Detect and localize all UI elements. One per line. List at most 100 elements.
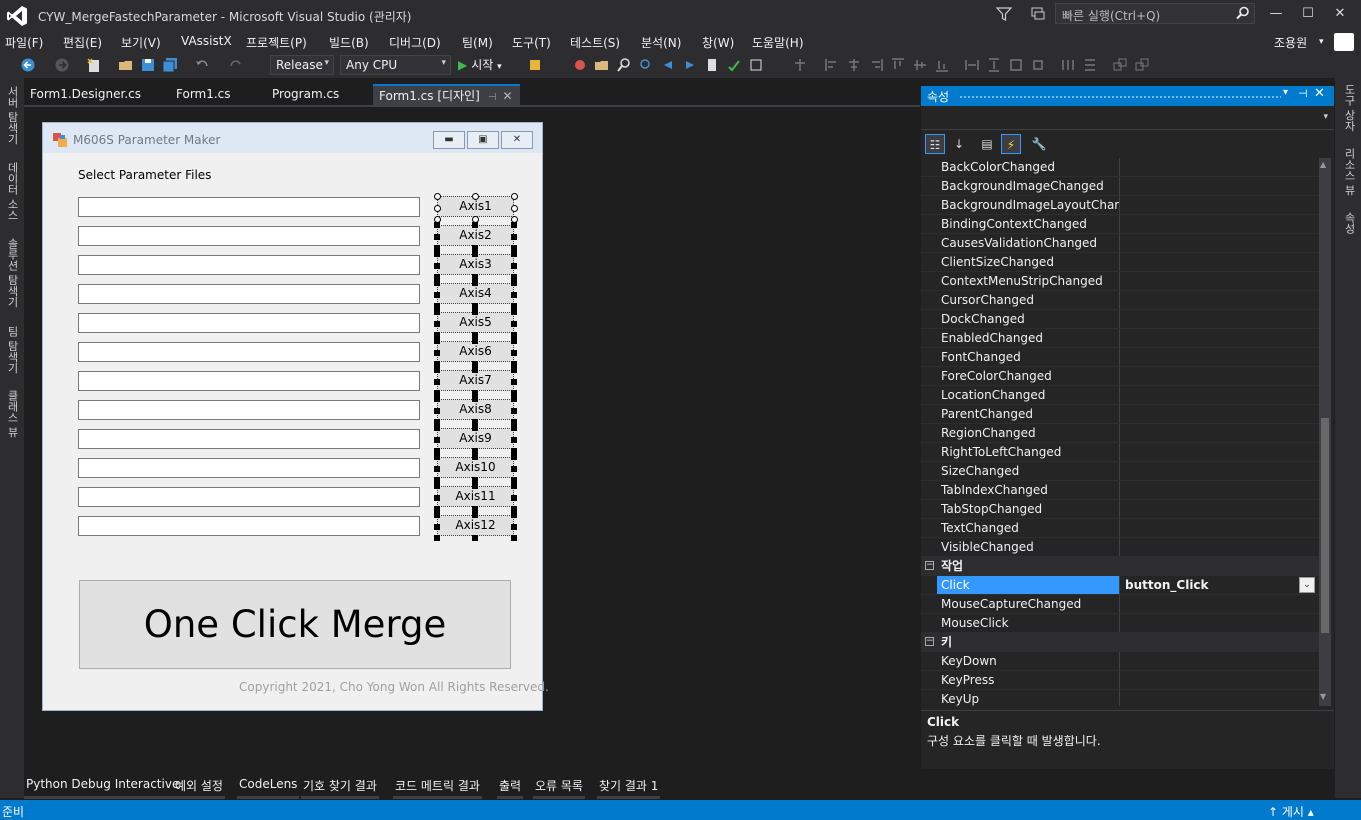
selection-handle[interactable]: [511, 193, 518, 200]
property-row[interactable]: LocationChanged: [921, 386, 1319, 405]
selection-handle[interactable]: [434, 205, 441, 212]
event-handler-value[interactable]: [1121, 652, 1319, 670]
selection-handle[interactable]: [434, 263, 440, 269]
start-debug-button[interactable]: ▶ 시작 ▾: [458, 56, 502, 73]
scroll-thumb[interactable]: [1321, 418, 1329, 633]
tab-data-sources[interactable]: 데이터 소스: [4, 162, 20, 221]
property-category[interactable]: − 작업: [921, 557, 1319, 576]
tab-team-explorer[interactable]: 팀 탐색기: [4, 326, 20, 374]
menu-debug[interactable]: 디버그(D): [389, 34, 441, 51]
selection-handle[interactable]: [511, 437, 517, 443]
spell-check-icon[interactable]: [726, 57, 742, 73]
axis-button[interactable]: Axis6: [437, 341, 514, 362]
event-handler-value[interactable]: [1121, 519, 1319, 537]
selection-handle[interactable]: [511, 367, 517, 373]
selection-handle[interactable]: [434, 535, 440, 541]
property-pages-icon[interactable]: 🔧: [1029, 134, 1049, 154]
selection-handle[interactable]: [472, 396, 478, 402]
selection-handle[interactable]: [511, 408, 517, 414]
selection-handle[interactable]: [511, 222, 517, 228]
collapse-icon[interactable]: −: [925, 637, 934, 646]
event-handler-value[interactable]: [1121, 671, 1319, 689]
property-row[interactable]: TabStopChanged: [921, 500, 1319, 519]
vertical-spacing-icon[interactable]: [1082, 57, 1098, 73]
tab-class-view[interactable]: 클래스 뷰: [4, 390, 20, 438]
selection-handle[interactable]: [434, 408, 440, 414]
selection-handle[interactable]: [434, 512, 440, 518]
event-handler-value[interactable]: [1121, 158, 1319, 176]
selection-handle[interactable]: [472, 251, 478, 257]
selection-handle[interactable]: [472, 193, 479, 200]
axis-button[interactable]: Axis12: [437, 515, 514, 536]
menu-window[interactable]: 창(W): [702, 34, 734, 51]
property-row[interactable]: CursorChanged: [921, 291, 1319, 310]
save-all-icon[interactable]: [162, 57, 178, 73]
property-row[interactable]: KeyPress: [921, 671, 1319, 690]
tab-program-cs[interactable]: Program.cs: [266, 84, 345, 105]
selection-handle[interactable]: [511, 263, 517, 269]
event-handler-value[interactable]: [1121, 538, 1319, 556]
one-click-merge-button[interactable]: One Click Merge: [79, 580, 511, 669]
align-to-grid-icon[interactable]: [792, 57, 808, 73]
categorized-icon[interactable]: ☷: [925, 134, 945, 154]
event-handler-value[interactable]: [1121, 386, 1319, 404]
property-row[interactable]: KeyUp: [921, 690, 1319, 706]
selection-handle[interactable]: [434, 495, 440, 501]
selection-handle[interactable]: [472, 367, 478, 373]
pin-icon[interactable]: ⊣: [1298, 87, 1308, 100]
property-row[interactable]: ForeColorChanged: [921, 367, 1319, 386]
tab-output[interactable]: 출력: [497, 775, 524, 799]
menu-team[interactable]: 팀(M): [462, 34, 493, 51]
menu-vassistx[interactable]: VAssistX: [181, 34, 232, 48]
selection-handle[interactable]: [472, 483, 478, 489]
axis-button[interactable]: Axis5: [437, 312, 514, 333]
menu-help[interactable]: 도움말(H): [752, 34, 804, 51]
event-handler-value[interactable]: [1121, 424, 1319, 442]
save-icon[interactable]: [140, 57, 156, 73]
selection-handle[interactable]: [472, 309, 478, 315]
event-handler-value[interactable]: [1121, 367, 1319, 385]
scroll-down-icon[interactable]: ▼: [1320, 692, 1326, 701]
avatar[interactable]: [1334, 33, 1354, 51]
event-handler-value[interactable]: [1121, 234, 1319, 252]
send-to-back-icon[interactable]: [1134, 57, 1150, 73]
event-handler-value[interactable]: [1121, 481, 1319, 499]
event-handler-value[interactable]: [1121, 310, 1319, 328]
property-row[interactable]: TextChanged: [921, 519, 1319, 538]
make-same-height-icon[interactable]: [986, 57, 1002, 73]
alphabetical-icon[interactable]: ↓: [949, 134, 969, 154]
horizontal-spacing-icon[interactable]: [1060, 57, 1076, 73]
handler-dropdown-button[interactable]: ⌄: [1299, 577, 1315, 593]
event-handler-value[interactable]: [1121, 462, 1319, 480]
property-grid-scrollbar[interactable]: ▲ ▼: [1319, 158, 1331, 706]
tab-resource-view[interactable]: 리소스 뷰: [1341, 148, 1357, 196]
selection-handle[interactable]: [434, 338, 440, 344]
redo-icon[interactable]: [228, 57, 244, 73]
selection-handle[interactable]: [511, 321, 517, 327]
event-handler-value[interactable]: [1121, 253, 1319, 271]
selection-handle[interactable]: [434, 350, 440, 356]
selection-handle[interactable]: [434, 280, 440, 286]
menu-test[interactable]: 테스트(S): [570, 34, 620, 51]
open-folder-icon[interactable]: [594, 57, 610, 73]
user-account-name[interactable]: 조용원: [1274, 34, 1307, 51]
make-same-size-icon[interactable]: [1008, 57, 1024, 73]
selection-handle[interactable]: [434, 483, 440, 489]
property-row[interactable]: RightToLeftChanged: [921, 443, 1319, 462]
menu-view[interactable]: 보기(V): [121, 34, 161, 51]
tab-solution-explorer[interactable]: 솔루션 탐색기: [4, 238, 20, 308]
selection-handle[interactable]: [511, 524, 517, 530]
event-handler-value[interactable]: [1121, 272, 1319, 290]
selection-handle[interactable]: [434, 396, 440, 402]
close-button[interactable]: ✕: [1329, 4, 1351, 24]
menu-analyze[interactable]: 분석(N): [641, 34, 681, 51]
axis-button[interactable]: Axis3: [437, 254, 514, 275]
selection-handle[interactable]: [434, 251, 440, 257]
event-handler-value[interactable]: [1121, 405, 1319, 423]
selection-handle[interactable]: [511, 350, 517, 356]
event-handler-value[interactable]: [1121, 690, 1319, 706]
property-row[interactable]: RegionChanged: [921, 424, 1319, 443]
property-row[interactable]: BackgroundImageChanged: [921, 177, 1319, 196]
event-handler-value[interactable]: button_Click: [1121, 576, 1319, 594]
selection-handle[interactable]: [434, 193, 441, 200]
